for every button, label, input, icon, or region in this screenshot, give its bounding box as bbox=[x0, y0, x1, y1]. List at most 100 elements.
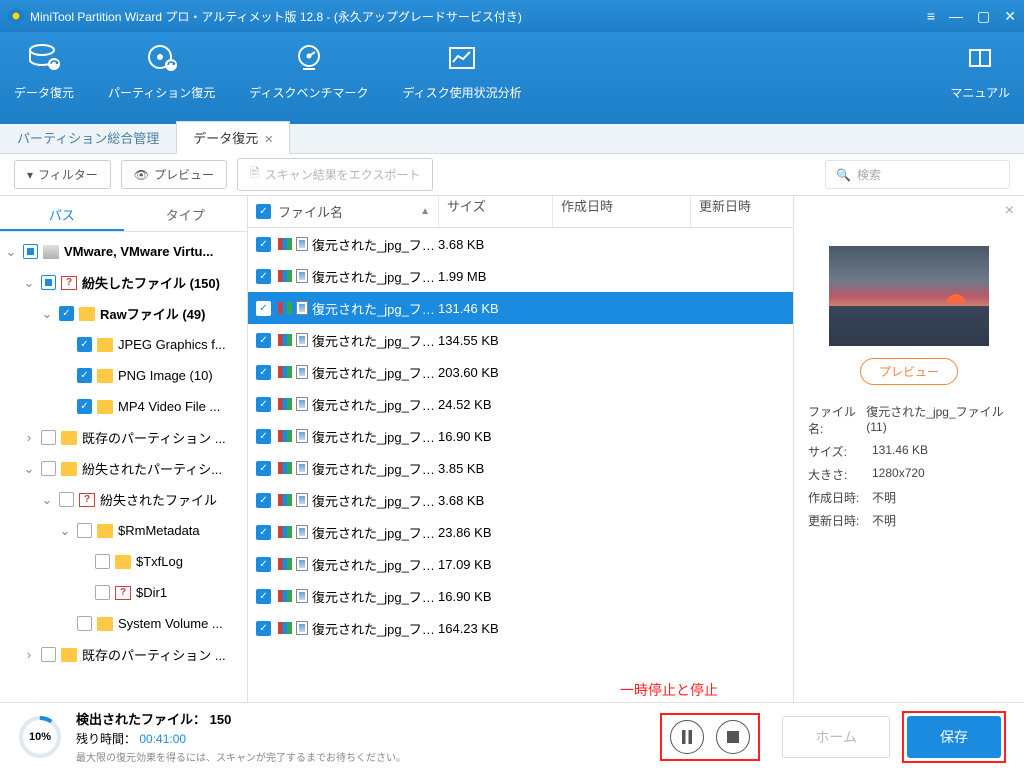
checkbox[interactable] bbox=[41, 461, 56, 476]
tree-item[interactable]: ⌄VMware, VMware Virtu... bbox=[0, 236, 247, 267]
file-row[interactable]: ✓ 復元された_jpg_ファイ... 3.68 KB bbox=[248, 228, 793, 260]
file-row[interactable]: ✓ 復元された_jpg_ファイ... 17.09 KB bbox=[248, 548, 793, 580]
filter-button[interactable]: ▾フィルター bbox=[14, 160, 111, 189]
tree-item[interactable]: ⌄$RmMetadata bbox=[0, 515, 247, 546]
col-size[interactable]: サイズ bbox=[438, 196, 552, 227]
tree-item[interactable]: System Volume ... bbox=[0, 608, 247, 639]
checkbox[interactable] bbox=[41, 275, 56, 290]
tree-item[interactable]: ✓PNG Image (10) bbox=[0, 360, 247, 391]
file-name: 復元された_jpg_ファイ... bbox=[312, 235, 438, 254]
tree-item[interactable]: ⌄紛失されたパーティシ... bbox=[0, 453, 247, 484]
chevron-icon[interactable]: ⌄ bbox=[58, 523, 72, 539]
tab-partition-management[interactable]: パーティション総合管理 bbox=[0, 121, 176, 153]
col-modified[interactable]: 更新日時 bbox=[690, 196, 793, 227]
chevron-icon[interactable]: ⌄ bbox=[4, 244, 18, 260]
file-type-icon bbox=[278, 334, 292, 346]
checkbox[interactable] bbox=[95, 554, 110, 569]
select-all-checkbox[interactable]: ✓ bbox=[256, 204, 271, 219]
file-checkbox[interactable]: ✓ bbox=[256, 301, 271, 316]
chevron-icon[interactable]: ⌄ bbox=[22, 461, 36, 477]
file-checkbox[interactable]: ✓ bbox=[256, 397, 271, 412]
file-row[interactable]: ✓ 復元された_jpg_ファイ... 203.60 KB bbox=[248, 356, 793, 388]
preview-close-icon[interactable]: × bbox=[1005, 202, 1014, 220]
checkbox[interactable] bbox=[59, 492, 74, 507]
col-created[interactable]: 作成日時 bbox=[552, 196, 690, 227]
menu-icon[interactable]: ≡ bbox=[927, 8, 935, 25]
tree-item[interactable]: ›既存のパーティション ... bbox=[0, 639, 247, 670]
checkbox[interactable] bbox=[23, 244, 38, 259]
tree-item[interactable]: $TxfLog bbox=[0, 546, 247, 577]
ribbon-benchmark[interactable]: ディスクベンチマーク bbox=[249, 42, 368, 124]
tree-tab-path[interactable]: パス bbox=[0, 196, 124, 231]
checkbox[interactable] bbox=[41, 430, 56, 445]
preview-button[interactable]: 👁プレビュー bbox=[121, 160, 227, 189]
checkbox[interactable] bbox=[77, 523, 92, 538]
stop-button[interactable] bbox=[716, 720, 750, 754]
tree-item[interactable]: ✓MP4 Video File ... bbox=[0, 391, 247, 422]
export-button[interactable]: 🖹スキャン結果をエクスポート bbox=[237, 158, 433, 191]
footer-hint: 最大限の復元効果を得るには、スキャンが完了するまでお待ちください。 bbox=[76, 749, 660, 764]
file-checkbox[interactable]: ✓ bbox=[256, 429, 271, 444]
checkbox[interactable]: ✓ bbox=[59, 306, 74, 321]
pause-button[interactable] bbox=[670, 720, 704, 754]
tree[interactable]: ⌄VMware, VMware Virtu...⌄?紛失したファイル (150)… bbox=[0, 232, 247, 702]
export-icon: 🖹 bbox=[250, 164, 260, 185]
tree-item[interactable]: ?$Dir1 bbox=[0, 577, 247, 608]
tab-data-recovery[interactable]: データ復元✕ bbox=[176, 121, 290, 154]
chevron-icon[interactable]: ⌄ bbox=[40, 306, 54, 322]
ribbon-space-analyzer[interactable]: ディスク使用状況分析 bbox=[402, 42, 521, 124]
ribbon-partition-recovery[interactable]: パーティション復元 bbox=[108, 42, 215, 124]
save-button[interactable]: 保存 bbox=[907, 716, 1001, 758]
tree-item[interactable]: ⌄✓Rawファイル (49) bbox=[0, 298, 247, 329]
tree-item[interactable]: ›既存のパーティション ... bbox=[0, 422, 247, 453]
checkbox[interactable]: ✓ bbox=[77, 399, 92, 414]
maximize-icon[interactable]: ▢ bbox=[977, 8, 990, 25]
preview-open-button[interactable]: プレビュー bbox=[860, 358, 958, 385]
file-checkbox[interactable]: ✓ bbox=[256, 269, 271, 284]
file-checkbox[interactable]: ✓ bbox=[256, 237, 271, 252]
ribbon-manual[interactable]: マニュアル bbox=[950, 42, 1010, 124]
minimize-icon[interactable]: — bbox=[949, 8, 963, 25]
checkbox[interactable] bbox=[77, 616, 92, 631]
file-checkbox[interactable]: ✓ bbox=[256, 461, 271, 476]
checkbox[interactable] bbox=[41, 647, 56, 662]
tree-tab-type[interactable]: タイプ bbox=[124, 196, 248, 231]
file-row[interactable]: ✓ 復元された_jpg_ファイ... 23.86 KB bbox=[248, 516, 793, 548]
tab-close-icon[interactable]: ✕ bbox=[264, 134, 273, 146]
close-icon[interactable]: ✕ bbox=[1004, 8, 1016, 25]
file-size: 24.52 KB bbox=[438, 397, 552, 412]
file-row[interactable]: ✓ 復元された_jpg_ファイ... 24.52 KB bbox=[248, 388, 793, 420]
tree-item[interactable]: ✓JPEG Graphics f... bbox=[0, 329, 247, 360]
file-checkbox[interactable]: ✓ bbox=[256, 333, 271, 348]
tree-item[interactable]: ⌄?紛失されたファイル bbox=[0, 484, 247, 515]
col-filename[interactable]: ファイル名▲ bbox=[278, 202, 438, 221]
file-checkbox[interactable]: ✓ bbox=[256, 493, 271, 508]
tree-item[interactable]: ⌄?紛失したファイル (150) bbox=[0, 267, 247, 298]
home-button[interactable]: ホーム bbox=[782, 716, 890, 758]
search-input[interactable]: 🔍検索 bbox=[825, 160, 1010, 189]
chevron-icon[interactable]: ⌄ bbox=[40, 492, 54, 508]
file-row[interactable]: ✓ 復元された_jpg_ファイ... 1.99 MB bbox=[248, 260, 793, 292]
chevron-icon[interactable]: › bbox=[22, 647, 36, 662]
file-checkbox[interactable]: ✓ bbox=[256, 589, 271, 604]
file-type-icon bbox=[278, 494, 292, 506]
file-checkbox[interactable]: ✓ bbox=[256, 621, 271, 636]
chevron-icon[interactable]: ⌄ bbox=[22, 275, 36, 291]
file-row[interactable]: ✓ 復元された_jpg_ファイ... 164.23 KB bbox=[248, 612, 793, 644]
file-row[interactable]: ✓ 復元された_jpg_ファイ... 16.90 KB bbox=[248, 580, 793, 612]
checkbox[interactable] bbox=[95, 585, 110, 600]
file-checkbox[interactable]: ✓ bbox=[256, 557, 271, 572]
chevron-icon[interactable]: › bbox=[22, 430, 36, 445]
file-checkbox[interactable]: ✓ bbox=[256, 525, 271, 540]
file-row[interactable]: ✓ 復元された_jpg_ファイ... 16.90 KB bbox=[248, 420, 793, 452]
file-type-icon bbox=[278, 526, 292, 538]
file-checkbox[interactable]: ✓ bbox=[256, 365, 271, 380]
ribbon-data-recovery[interactable]: データ復元 bbox=[14, 42, 74, 124]
file-list[interactable]: ✓ 復元された_jpg_ファイ... 3.68 KB✓ 復元された_jpg_ファ… bbox=[248, 228, 793, 702]
file-row[interactable]: ✓ 復元された_jpg_ファイ... 134.55 KB bbox=[248, 324, 793, 356]
checkbox[interactable]: ✓ bbox=[77, 337, 92, 352]
file-row[interactable]: ✓ 復元された_jpg_ファイ... 131.46 KB bbox=[248, 292, 793, 324]
file-row[interactable]: ✓ 復元された_jpg_ファイ... 3.85 KB bbox=[248, 452, 793, 484]
checkbox[interactable]: ✓ bbox=[77, 368, 92, 383]
file-row[interactable]: ✓ 復元された_jpg_ファイ... 3.68 KB bbox=[248, 484, 793, 516]
